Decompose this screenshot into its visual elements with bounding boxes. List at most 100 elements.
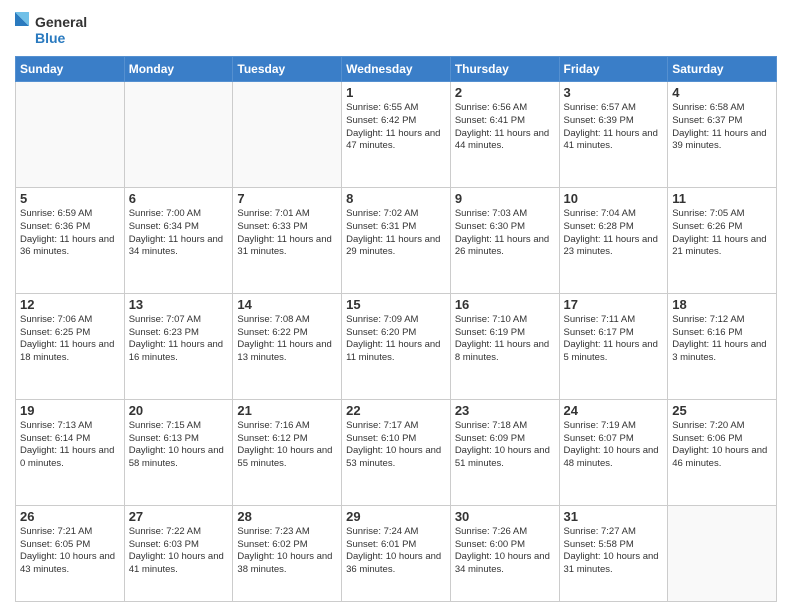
- calendar-cell: 29Sunrise: 7:24 AMSunset: 6:01 PMDayligh…: [342, 505, 451, 601]
- day-number: 18: [672, 297, 772, 312]
- logo: General Blue: [15, 10, 95, 48]
- calendar-cell: 31Sunrise: 7:27 AMSunset: 5:58 PMDayligh…: [559, 505, 668, 601]
- calendar-cell: 9 Sunrise: 7:03 AMSunset: 6:30 PMDaylight…: [450, 187, 559, 293]
- calendar-cell: 23 Sunrise: 7:18 AMSunset: 6:09 PMDayligh…: [450, 399, 559, 505]
- day-number: 19: [20, 403, 120, 418]
- day-number: 16: [455, 297, 555, 312]
- day-info: Sunrise: 7:18 AMSunset: 6:09 PMDaylight:…: [455, 420, 555, 471]
- day-number: 17: [564, 297, 664, 312]
- calendar-cell: 1Sunrise: 6:55 AMSunset: 6:42 PMDaylight…: [342, 82, 451, 188]
- svg-text:General: General: [35, 14, 87, 30]
- day-info: Sunrise: 7:04 AMSunset: 6:28 PMDaylight:…: [564, 208, 664, 259]
- calendar-cell: 14 Sunrise: 7:08 AMSunset: 6:22 PMDayligh…: [233, 293, 342, 399]
- day-info: Sunrise: 7:27 AMSunset: 5:58 PMDaylight:…: [564, 526, 664, 577]
- day-info: Sunrise: 7:05 AMSunset: 6:26 PMDaylight:…: [672, 208, 772, 259]
- weekday-tuesday: Tuesday: [233, 57, 342, 82]
- day-info: Sunrise: 7:26 AMSunset: 6:00 PMDaylight:…: [455, 526, 555, 577]
- calendar-cell: 12 Sunrise: 7:06 AMSunset: 6:25 PMDayligh…: [16, 293, 125, 399]
- week-row-4: 19 Sunrise: 7:13 AMSunset: 6:14 PMDayligh…: [16, 399, 777, 505]
- day-number: 12: [20, 297, 120, 312]
- day-number: 5: [20, 191, 120, 206]
- day-info: Sunrise: 7:21 AMSunset: 6:05 PMDaylight:…: [20, 526, 120, 577]
- weekday-wednesday: Wednesday: [342, 57, 451, 82]
- week-row-2: 5 Sunrise: 6:59 AMSunset: 6:36 PMDaylight…: [16, 187, 777, 293]
- calendar-cell: 22 Sunrise: 7:17 AMSunset: 6:10 PMDayligh…: [342, 399, 451, 505]
- day-info: Sunrise: 7:12 AMSunset: 6:16 PMDaylight:…: [672, 314, 772, 365]
- weekday-sunday: Sunday: [16, 57, 125, 82]
- day-number: 24: [564, 403, 664, 418]
- day-number: 10: [564, 191, 664, 206]
- calendar-cell: 18 Sunrise: 7:12 AMSunset: 6:16 PMDayligh…: [668, 293, 777, 399]
- day-number: 26: [20, 509, 120, 524]
- day-number: 6: [129, 191, 229, 206]
- weekday-friday: Friday: [559, 57, 668, 82]
- day-number: 2: [455, 85, 555, 100]
- calendar-cell: 20Sunrise: 7:15 AMSunset: 6:13 PMDayligh…: [124, 399, 233, 505]
- calendar-cell: 10 Sunrise: 7:04 AMSunset: 6:28 PMDayligh…: [559, 187, 668, 293]
- day-info: Sunrise: 7:17 AMSunset: 6:10 PMDaylight:…: [346, 420, 446, 471]
- day-number: 21: [237, 403, 337, 418]
- day-number: 23: [455, 403, 555, 418]
- day-number: 28: [237, 509, 337, 524]
- day-number: 25: [672, 403, 772, 418]
- calendar-cell: 25 Sunrise: 7:20 AMSunset: 6:06 PMDayligh…: [668, 399, 777, 505]
- page: General Blue SundayMondayTuesdayWednesda…: [0, 0, 792, 612]
- day-info: Sunrise: 6:59 AMSunset: 6:36 PMDaylight:…: [20, 208, 120, 259]
- day-info: Sunrise: 7:22 AMSunset: 6:03 PMDaylight:…: [129, 526, 229, 577]
- day-number: 27: [129, 509, 229, 524]
- day-number: 4: [672, 85, 772, 100]
- calendar-cell: [233, 82, 342, 188]
- day-info: Sunrise: 7:24 AMSunset: 6:01 PMDaylight:…: [346, 526, 446, 577]
- calendar-cell: [124, 82, 233, 188]
- day-info: Sunrise: 7:13 AMSunset: 6:14 PMDaylight:…: [20, 420, 120, 471]
- day-number: 14: [237, 297, 337, 312]
- weekday-thursday: Thursday: [450, 57, 559, 82]
- calendar-cell: 4 Sunrise: 6:58 AMSunset: 6:37 PMDaylight…: [668, 82, 777, 188]
- day-number: 7: [237, 191, 337, 206]
- day-info: Sunrise: 6:58 AMSunset: 6:37 PMDaylight:…: [672, 102, 772, 153]
- day-number: 9: [455, 191, 555, 206]
- logo-svg: General Blue: [15, 10, 95, 48]
- day-info: Sunrise: 7:01 AMSunset: 6:33 PMDaylight:…: [237, 208, 337, 259]
- calendar-cell: 7 Sunrise: 7:01 AMSunset: 6:33 PMDaylight…: [233, 187, 342, 293]
- calendar-cell: 24 Sunrise: 7:19 AMSunset: 6:07 PMDayligh…: [559, 399, 668, 505]
- day-info: Sunrise: 7:08 AMSunset: 6:22 PMDaylight:…: [237, 314, 337, 365]
- day-number: 8: [346, 191, 446, 206]
- calendar-cell: 5 Sunrise: 6:59 AMSunset: 6:36 PMDaylight…: [16, 187, 125, 293]
- calendar-cell: 21 Sunrise: 7:16 AMSunset: 6:12 PMDayligh…: [233, 399, 342, 505]
- day-number: 20: [129, 403, 229, 418]
- weekday-monday: Monday: [124, 57, 233, 82]
- calendar-cell: 15Sunrise: 7:09 AMSunset: 6:20 PMDayligh…: [342, 293, 451, 399]
- calendar-table: SundayMondayTuesdayWednesdayThursdayFrid…: [15, 56, 777, 602]
- day-info: Sunrise: 7:06 AMSunset: 6:25 PMDaylight:…: [20, 314, 120, 365]
- day-info: Sunrise: 6:56 AMSunset: 6:41 PMDaylight:…: [455, 102, 555, 153]
- day-number: 22: [346, 403, 446, 418]
- day-number: 13: [129, 297, 229, 312]
- calendar-cell: 30 Sunrise: 7:26 AMSunset: 6:00 PMDayligh…: [450, 505, 559, 601]
- week-row-1: 1Sunrise: 6:55 AMSunset: 6:42 PMDaylight…: [16, 82, 777, 188]
- day-info: Sunrise: 7:19 AMSunset: 6:07 PMDaylight:…: [564, 420, 664, 471]
- day-info: Sunrise: 7:11 AMSunset: 6:17 PMDaylight:…: [564, 314, 664, 365]
- day-info: Sunrise: 7:10 AMSunset: 6:19 PMDaylight:…: [455, 314, 555, 365]
- calendar-cell: 26 Sunrise: 7:21 AMSunset: 6:05 PMDayligh…: [16, 505, 125, 601]
- calendar-cell: 13Sunrise: 7:07 AMSunset: 6:23 PMDayligh…: [124, 293, 233, 399]
- weekday-saturday: Saturday: [668, 57, 777, 82]
- day-info: Sunrise: 7:20 AMSunset: 6:06 PMDaylight:…: [672, 420, 772, 471]
- day-number: 3: [564, 85, 664, 100]
- day-info: Sunrise: 7:09 AMSunset: 6:20 PMDaylight:…: [346, 314, 446, 365]
- day-info: Sunrise: 6:57 AMSunset: 6:39 PMDaylight:…: [564, 102, 664, 153]
- calendar-cell: 3 Sunrise: 6:57 AMSunset: 6:39 PMDaylight…: [559, 82, 668, 188]
- calendar-cell: 16 Sunrise: 7:10 AMSunset: 6:19 PMDayligh…: [450, 293, 559, 399]
- calendar-cell: [16, 82, 125, 188]
- day-number: 11: [672, 191, 772, 206]
- calendar-cell: 28Sunrise: 7:23 AMSunset: 6:02 PMDayligh…: [233, 505, 342, 601]
- calendar-cell: 6Sunrise: 7:00 AMSunset: 6:34 PMDaylight…: [124, 187, 233, 293]
- week-row-3: 12 Sunrise: 7:06 AMSunset: 6:25 PMDayligh…: [16, 293, 777, 399]
- calendar-cell: 11 Sunrise: 7:05 AMSunset: 6:26 PMDayligh…: [668, 187, 777, 293]
- week-row-5: 26 Sunrise: 7:21 AMSunset: 6:05 PMDayligh…: [16, 505, 777, 601]
- calendar-cell: 19 Sunrise: 7:13 AMSunset: 6:14 PMDayligh…: [16, 399, 125, 505]
- day-info: Sunrise: 7:16 AMSunset: 6:12 PMDaylight:…: [237, 420, 337, 471]
- day-info: Sunrise: 7:03 AMSunset: 6:30 PMDaylight:…: [455, 208, 555, 259]
- calendar-cell: 27 Sunrise: 7:22 AMSunset: 6:03 PMDayligh…: [124, 505, 233, 601]
- day-number: 30: [455, 509, 555, 524]
